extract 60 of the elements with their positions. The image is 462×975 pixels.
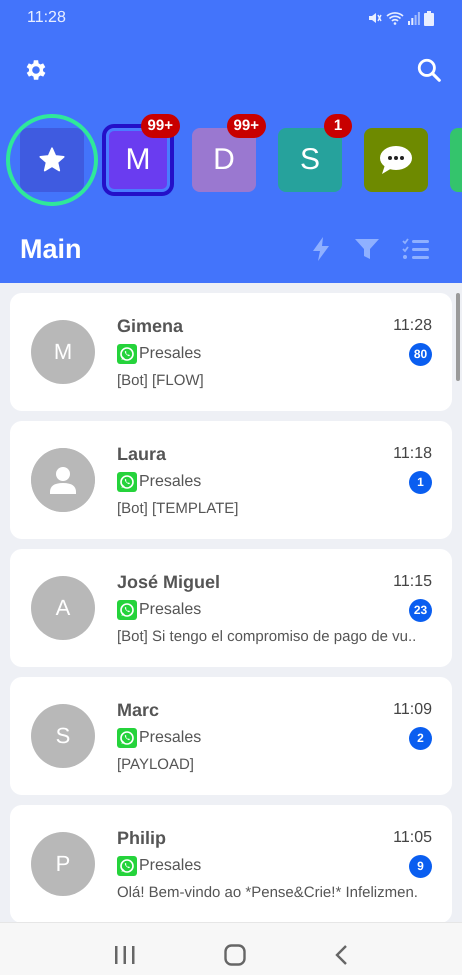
status-time: 11:28 bbox=[27, 9, 66, 27]
avatar: A bbox=[31, 576, 95, 640]
unread-count: 9 bbox=[409, 854, 432, 878]
battery-icon bbox=[424, 10, 434, 26]
conversation-card[interactable]: S Marc 11:09 Presales 2 [PAYLOAD] bbox=[10, 677, 452, 795]
message-preview: [PAYLOAD] bbox=[117, 756, 195, 772]
search-icon bbox=[416, 57, 442, 83]
star-icon bbox=[38, 146, 66, 174]
home-icon[interactable] bbox=[224, 944, 246, 966]
message-preview: [Bot] [TEMPLATE] bbox=[117, 500, 240, 516]
conversation-card[interactable]: Laura 11:18 Presales 1 [Bot] [TEMPLATE] bbox=[10, 421, 452, 539]
speech-bubble-icon bbox=[379, 145, 413, 175]
channel-name: Presales bbox=[139, 857, 202, 875]
message-time: 11:09 bbox=[393, 701, 432, 719]
unread-badge: 99+ bbox=[226, 114, 266, 138]
avatar: M bbox=[31, 320, 95, 384]
mute-icon bbox=[368, 11, 382, 25]
message-time: 11:15 bbox=[393, 573, 432, 591]
search-button[interactable] bbox=[416, 57, 442, 83]
message-time: 11:18 bbox=[393, 445, 432, 463]
person-avatar-icon bbox=[31, 448, 95, 512]
channel-name: Presales bbox=[139, 729, 202, 747]
conversation-card[interactable]: A José Miguel 11:15 Presales 23 [Bot] Si tengo el compromiso de pago de vu.. bbox=[10, 549, 452, 667]
whatsapp-icon bbox=[117, 344, 137, 364]
scrollbar[interactable] bbox=[456, 293, 460, 381]
conversation-card[interactable]: P Philip 11:05 Presales 9 Olá! Bem-vindo ao *Pense&Crie!* Infelizmen. bbox=[10, 805, 452, 922]
channel-name: Presales bbox=[139, 601, 202, 619]
contact-name: Marc bbox=[117, 700, 160, 720]
whatsapp-icon bbox=[117, 728, 137, 748]
channel-name: Presales bbox=[139, 473, 202, 491]
page-title: Main bbox=[20, 234, 82, 264]
channel-name: Presales bbox=[139, 345, 202, 363]
wifi-icon bbox=[386, 11, 404, 25]
whatsapp-icon bbox=[117, 600, 137, 620]
whatsapp-icon bbox=[117, 856, 137, 876]
unread-count: 2 bbox=[409, 726, 432, 750]
checklist-icon[interactable] bbox=[402, 237, 430, 261]
conversation-card[interactable]: M Gimena 11:28 Presales 80 [Bot] [FLOW] bbox=[10, 293, 452, 411]
unread-badge: 99+ bbox=[140, 114, 180, 138]
contact-name: Philip bbox=[117, 828, 166, 848]
unread-count: 80 bbox=[409, 342, 432, 366]
whatsapp-icon bbox=[117, 472, 137, 492]
message-time: 11:05 bbox=[393, 829, 432, 847]
message-preview: [Bot] [FLOW] bbox=[117, 372, 205, 388]
unread-badge: 1 bbox=[324, 114, 352, 138]
message-preview: Olá! Bem-vindo ao *Pense&Crie!* Infelizmen. bbox=[117, 884, 419, 900]
workspace-tile[interactable] bbox=[20, 128, 84, 192]
contact-name: Gimena bbox=[117, 316, 184, 336]
avatar: P bbox=[31, 832, 95, 896]
message-time: 11:28 bbox=[393, 317, 432, 335]
unread-count: 1 bbox=[409, 470, 432, 494]
avatar: S bbox=[31, 704, 95, 768]
contact-name: Laura bbox=[117, 444, 166, 464]
workspace-tile[interactable] bbox=[364, 128, 428, 192]
signal-icon bbox=[408, 11, 420, 25]
message-preview: [Bot] Si tengo el compromiso de pago de vu.. bbox=[117, 628, 418, 644]
recent-apps-icon[interactable] bbox=[114, 944, 136, 964]
unread-count: 23 bbox=[409, 598, 432, 622]
contact-name: José Miguel bbox=[117, 572, 220, 592]
back-icon[interactable] bbox=[334, 944, 348, 964]
